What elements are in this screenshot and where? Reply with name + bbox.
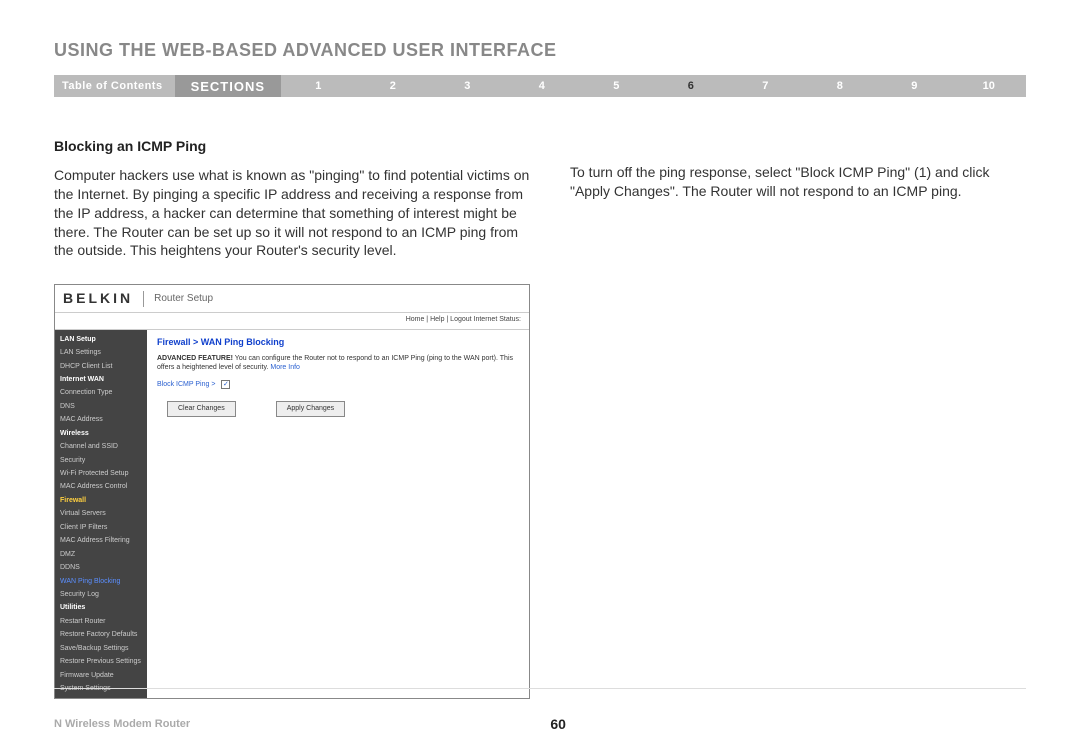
block-icmp-label: Block ICMP Ping > — [157, 380, 215, 389]
clear-changes-button[interactable]: Clear Changes — [167, 401, 236, 416]
logo-separator — [143, 291, 144, 307]
right-body-text: To turn off the ping response, select "B… — [570, 163, 1026, 201]
nav-section-5[interactable]: 5 — [579, 80, 654, 92]
sidebar-item[interactable]: Connection Type — [55, 386, 147, 399]
sidebar-item[interactable]: Wireless — [55, 427, 147, 440]
footer-page-number: 60 — [90, 716, 1026, 732]
nav-section-10[interactable]: 10 — [952, 80, 1027, 92]
sidebar-item[interactable]: Channel and SSID — [55, 440, 147, 453]
nav-section-2[interactable]: 2 — [356, 80, 431, 92]
sidebar-item[interactable]: Restart Router — [55, 615, 147, 628]
sidebar-item[interactable]: Security — [55, 454, 147, 467]
more-info-link[interactable]: More Info — [270, 364, 300, 371]
page-title: USING THE WEB-BASED ADVANCED USER INTERF… — [54, 40, 1026, 61]
section-nav-bar: Table of Contents SECTIONS 1 2 3 4 5 6 7… — [54, 75, 1026, 97]
sidebar-item[interactable]: Restore Factory Defaults — [55, 628, 147, 641]
sidebar-item[interactable]: Security Log — [55, 588, 147, 601]
nav-section-7[interactable]: 7 — [728, 80, 803, 92]
sidebar-item[interactable]: WAN Ping Blocking — [55, 575, 147, 588]
sidebar-item[interactable]: DNS — [55, 400, 147, 413]
panel-breadcrumb: Firewall > WAN Ping Blocking — [157, 336, 519, 348]
sidebar-item[interactable]: DMZ — [55, 548, 147, 561]
nav-section-8[interactable]: 8 — [803, 80, 878, 92]
sidebar-item[interactable]: DDNS — [55, 561, 147, 574]
nav-section-6[interactable]: 6 — [654, 80, 729, 92]
router-sidebar: LAN SetupLAN SettingsDHCP Client ListInt… — [55, 330, 147, 699]
sidebar-item[interactable]: Utilities — [55, 601, 147, 614]
nav-section-4[interactable]: 4 — [505, 80, 580, 92]
belkin-logo: BELKIN — [63, 289, 133, 308]
nav-sections-label: SECTIONS — [175, 75, 281, 97]
nav-section-3[interactable]: 3 — [430, 80, 505, 92]
apply-changes-button[interactable]: Apply Changes — [276, 401, 345, 416]
sidebar-item[interactable]: DHCP Client List — [55, 360, 147, 373]
sidebar-item[interactable]: LAN Setup — [55, 333, 147, 346]
router-ui-screenshot: BELKIN Router Setup Home | Help | Logout… — [54, 284, 530, 699]
sidebar-item[interactable]: Client IP Filters — [55, 521, 147, 534]
sidebar-item[interactable]: Internet WAN — [55, 373, 147, 386]
block-icmp-checkbox[interactable]: ✓ — [221, 380, 230, 389]
advanced-feature-label: ADVANCED FEATURE! — [157, 355, 233, 362]
top-right-links[interactable]: Home | Help | Logout Internet Status: — [55, 313, 529, 329]
sidebar-item[interactable]: Save/Backup Settings — [55, 642, 147, 655]
sidebar-item[interactable]: MAC Address Control — [55, 480, 147, 493]
nav-toc-link[interactable]: Table of Contents — [54, 80, 175, 92]
sidebar-item[interactable]: MAC Address Filtering — [55, 534, 147, 547]
sidebar-item[interactable]: Restore Previous Settings — [55, 655, 147, 668]
router-setup-label: Router Setup — [154, 292, 213, 306]
sidebar-item[interactable]: LAN Settings — [55, 346, 147, 359]
sidebar-item[interactable]: MAC Address — [55, 413, 147, 426]
panel-description: ADVANCED FEATURE! You can configure the … — [157, 354, 519, 372]
nav-section-1[interactable]: 1 — [281, 80, 356, 92]
sidebar-item[interactable]: Wi-Fi Protected Setup — [55, 467, 147, 480]
sidebar-item[interactable]: Firmware Update — [55, 669, 147, 682]
sidebar-item[interactable]: Firewall — [55, 494, 147, 507]
nav-section-9[interactable]: 9 — [877, 80, 952, 92]
sub-heading: Blocking an ICMP Ping — [54, 137, 530, 156]
left-body-text: Computer hackers use what is known as "p… — [54, 166, 530, 260]
sidebar-item[interactable]: Virtual Servers — [55, 507, 147, 520]
